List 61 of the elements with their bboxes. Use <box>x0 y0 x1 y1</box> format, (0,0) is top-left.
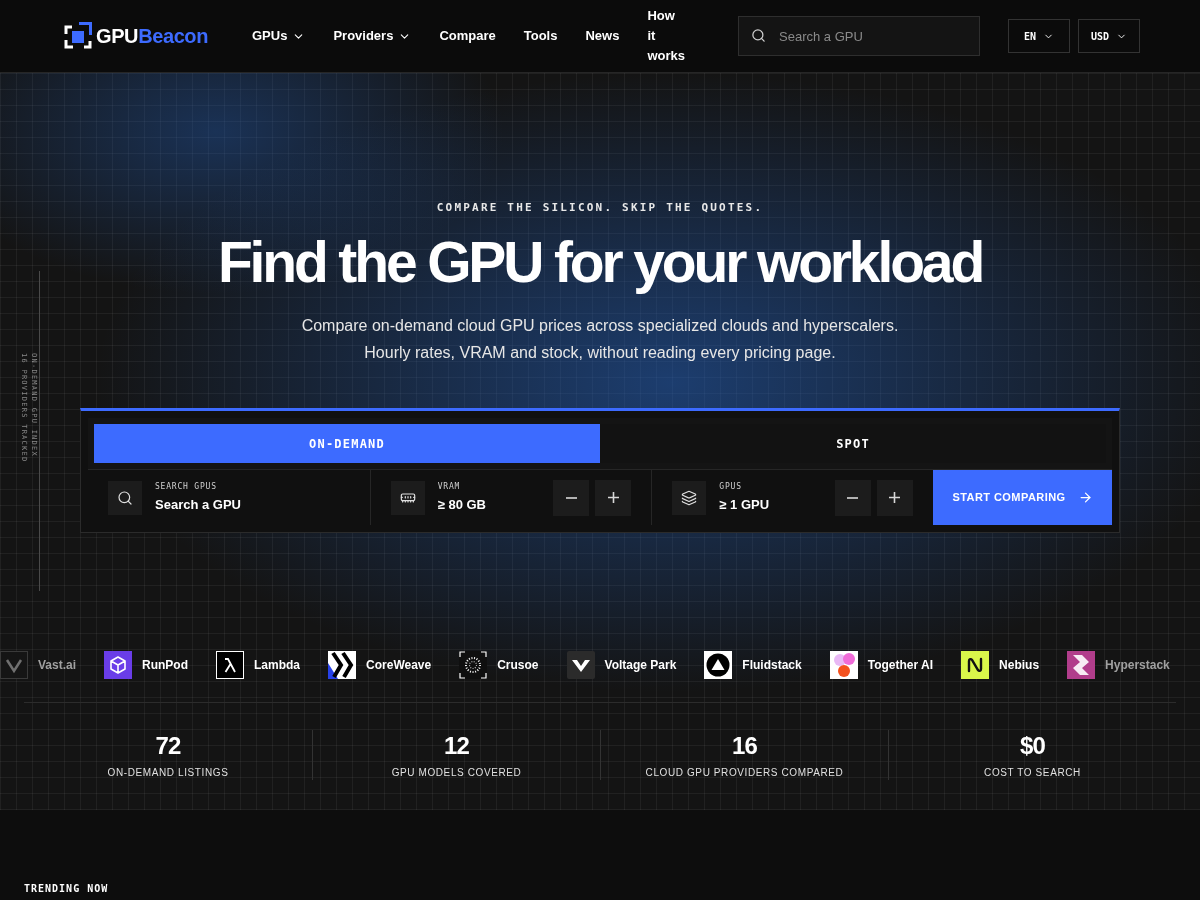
stat-label: CLOUD GPU PROVIDERS COMPARED <box>645 766 844 780</box>
arrow-right-icon <box>1077 490 1093 505</box>
n-logo-icon <box>961 651 990 679</box>
increase-button[interactable] <box>595 479 632 516</box>
zigzag-logo-icon <box>1067 651 1096 679</box>
nav-link[interactable]: How it works <box>647 6 685 66</box>
provider-name: Together AI <box>867 657 934 674</box>
nav-link[interactable]: GPUs <box>252 26 306 46</box>
cube-logo-icon <box>104 651 133 679</box>
section-heading: TRENDING NOW <box>24 883 109 895</box>
hero-title: Find the GPU for your workload <box>217 232 983 292</box>
dotted-ring-logo-icon <box>459 651 488 679</box>
stat-value: 16 <box>732 731 757 761</box>
nav-link[interactable]: News <box>585 26 620 46</box>
minus-icon <box>847 496 859 499</box>
provider-name: Hyperstack <box>1105 657 1170 674</box>
search-icon <box>751 28 766 43</box>
search-icon <box>108 480 142 515</box>
search-field[interactable]: Search a GPU <box>738 16 980 56</box>
provider-name: Vast.ai <box>38 657 77 674</box>
v-logo-icon <box>566 651 595 679</box>
memory-stick-icon <box>390 480 425 515</box>
circles-logo-icon <box>829 651 858 679</box>
lambda-logo-icon <box>216 651 245 679</box>
stepper-value: ≥ 1 GPU <box>719 495 771 514</box>
hero-subtitle: Compare on-demand cloud GPU prices across specialized clouds and hyperscalers. Hourly rates, VRAM and stock, without reading every pricing page. <box>301 316 899 363</box>
hero-eyebrow: COMPARE THE SILICON. SKIP THE QUOTES. <box>436 202 764 214</box>
double-chevron-logo-icon <box>328 651 357 679</box>
increase-button[interactable] <box>877 479 913 516</box>
search-input[interactable]: Search a GPU <box>155 495 350 514</box>
stat-label: COST TO SEARCH <box>984 766 1081 780</box>
field-label: SEARCH GPUS <box>155 481 218 492</box>
tab[interactable]: ON-DEMAND <box>94 424 600 463</box>
nav-link[interactable]: Compare <box>439 26 496 46</box>
provider-name: RunPod <box>142 657 189 674</box>
stat-value: 72 <box>155 731 181 761</box>
provider-name: Crusoe <box>497 657 539 674</box>
stat-label: ON-DEMAND LISTINGS <box>107 766 229 780</box>
nav-link[interactable]: Tools <box>523 26 558 46</box>
currency-dropdown[interactable]: USD <box>1078 19 1140 53</box>
provider-name: Lambda <box>254 657 301 674</box>
plus-icon <box>889 492 901 503</box>
provider-name: Fluidstack <box>742 657 802 674</box>
layers-icon <box>672 480 707 515</box>
provider-name: CoreWeave <box>366 657 432 674</box>
provider-name: Voltage Park <box>604 657 677 674</box>
plus-icon <box>607 492 619 503</box>
stepper-value: ≥ 80 GB <box>437 495 487 514</box>
nav-link[interactable]: Providers <box>333 26 412 46</box>
logo-link[interactable]: GPUBeacon <box>64 21 208 51</box>
field-label: GPUS <box>719 481 743 492</box>
language-dropdown[interactable]: EN <box>1008 19 1070 53</box>
logo-icon <box>64 22 92 50</box>
provider-name: Nebius <box>999 657 1040 674</box>
stat-label: GPU MODELS COVERED <box>391 766 522 780</box>
start-comparing-button[interactable]: START COMPARING <box>933 470 1112 525</box>
stat-value: 12 <box>444 731 469 761</box>
field-label: VRAM <box>437 481 462 492</box>
stat-value: $0 <box>1020 731 1045 761</box>
triangle-logo-icon <box>704 651 733 679</box>
minus-icon <box>565 496 577 499</box>
